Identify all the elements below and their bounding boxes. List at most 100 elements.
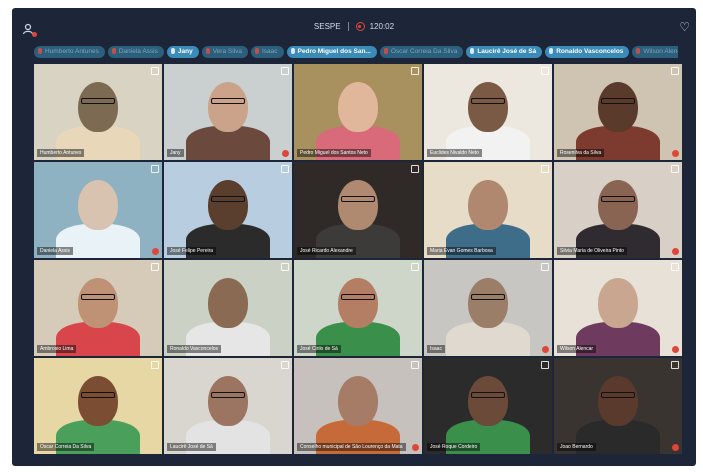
- participant-chip[interactable]: Wilson Alencar: [632, 46, 678, 58]
- video-tile[interactable]: Ronaldo Vasconcelos: [164, 260, 292, 356]
- video-tile[interactable]: Oscar Correia Da Silva: [34, 358, 162, 454]
- video-tile[interactable]: Wilson Alencar: [554, 260, 682, 356]
- video-tile[interactable]: Ambrosio Lima: [34, 260, 162, 356]
- participant-face: [468, 180, 508, 230]
- participant-name: Silvia Maria de Oliveira Pinto: [557, 247, 627, 255]
- glasses: [601, 98, 635, 104]
- participant-chip-bar: Humberto Antunes Daniela Assis Jany Vera Si…: [34, 46, 678, 60]
- expand-icon[interactable]: [281, 263, 289, 271]
- participant-chip-label: Isaac: [261, 48, 278, 55]
- participant-name: Maria Evan Gomes Barbosa: [427, 247, 496, 255]
- glasses: [81, 294, 115, 300]
- video-grid: Humberto Antunes Jany Pedro Miguel dos San…: [34, 64, 684, 456]
- participant-face: [208, 180, 248, 230]
- header-divider: [347, 22, 349, 32]
- glasses: [601, 392, 635, 398]
- expand-icon[interactable]: [671, 165, 679, 173]
- mic-muted-icon: [152, 248, 159, 255]
- mic-muted-icon: [254, 48, 259, 54]
- video-tile[interactable]: José Felipe Pereira: [164, 162, 292, 258]
- video-tile[interactable]: Rosenilva da Silva: [554, 64, 682, 160]
- expand-icon[interactable]: [411, 67, 419, 75]
- participant-chip[interactable]: Ronaldo Vasconcelos: [545, 46, 630, 58]
- participant-name: Pedro Miguel dos Santos Neto: [297, 149, 371, 157]
- participant-name: Joao Bernardo: [557, 443, 596, 451]
- video-tile[interactable]: Euclides Nivaldo Neto: [424, 64, 552, 160]
- expand-icon[interactable]: [671, 67, 679, 75]
- participant-name: Conselho municipal de São Lourenço da Ma…: [297, 443, 406, 451]
- video-tile[interactable]: Maria Evan Gomes Barbosa: [424, 162, 552, 258]
- mic-muted-icon: [282, 150, 289, 157]
- mic-muted-icon: [636, 48, 641, 54]
- participant-name: Laucirê José de Sá: [167, 443, 216, 451]
- expand-icon[interactable]: [411, 165, 419, 173]
- participant-face: [598, 278, 638, 328]
- participant-chip[interactable]: Oscar Correia Da Silva: [379, 46, 464, 58]
- expand-icon[interactable]: [151, 263, 159, 271]
- expand-icon[interactable]: [541, 165, 549, 173]
- participant-face: [78, 376, 118, 426]
- participant-chip[interactable]: Pedro Miguel dos San...: [286, 46, 377, 58]
- participant-chip[interactable]: Humberto Antunes: [34, 46, 105, 58]
- expand-icon[interactable]: [151, 361, 159, 369]
- participant-chip-label: Oscar Correia Da Silva: [390, 48, 458, 55]
- video-tile[interactable]: Jany: [164, 64, 292, 160]
- glasses: [471, 294, 505, 300]
- glasses: [211, 98, 245, 104]
- heart-icon[interactable]: ♡: [679, 20, 690, 34]
- video-tile[interactable]: Laucirê José de Sá: [164, 358, 292, 454]
- expand-icon[interactable]: [411, 263, 419, 271]
- participant-face: [208, 82, 248, 132]
- participant-name: Jany: [167, 149, 184, 157]
- video-tile[interactable]: Conselho municipal de São Lourenço da Ma…: [294, 358, 422, 454]
- video-tile[interactable]: Pedro Miguel dos Santos Neto: [294, 64, 422, 160]
- expand-icon[interactable]: [541, 263, 549, 271]
- video-tile[interactable]: Silvia Maria de Oliveira Pinto: [554, 162, 682, 258]
- expand-icon[interactable]: [281, 361, 289, 369]
- video-tile[interactable]: Isaac: [424, 260, 552, 356]
- mic-muted-icon: [672, 346, 679, 353]
- mic-muted-icon: [672, 150, 679, 157]
- participant-chip[interactable]: Laucirê José de Sá: [466, 46, 543, 58]
- glasses: [81, 98, 115, 104]
- mic-muted-icon: [672, 444, 679, 451]
- participant-face: [208, 278, 248, 328]
- video-tile[interactable]: José Roque Cordeiro: [424, 358, 552, 454]
- participant-name: Euclides Nivaldo Neto: [427, 149, 482, 157]
- participant-chip[interactable]: Daniela Assis: [107, 46, 164, 58]
- expand-icon[interactable]: [671, 263, 679, 271]
- glasses: [211, 196, 245, 202]
- participant-face: [468, 278, 508, 328]
- participant-name: Oscar Correia Da Silva: [37, 443, 95, 451]
- participant-chip[interactable]: Vera Silva: [201, 46, 248, 58]
- video-tile[interactable]: Humberto Antunes: [34, 64, 162, 160]
- participant-name: José Cirilo de Sá: [297, 345, 341, 353]
- expand-icon[interactable]: [411, 361, 419, 369]
- record-icon: [355, 22, 365, 32]
- expand-icon[interactable]: [671, 361, 679, 369]
- expand-icon[interactable]: [151, 165, 159, 173]
- participant-face: [598, 180, 638, 230]
- participant-name: Wilson Alencar: [557, 345, 597, 353]
- participant-chip[interactable]: Isaac: [250, 46, 284, 58]
- participant-name: José Felipe Pereira: [167, 247, 217, 255]
- expand-icon[interactable]: [281, 67, 289, 75]
- video-tile[interactable]: José Ricardo Alexandre: [294, 162, 422, 258]
- participant-name: José Ricardo Alexandre: [297, 247, 356, 255]
- expand-icon[interactable]: [281, 165, 289, 173]
- video-tile[interactable]: Daniela Assis: [34, 162, 162, 258]
- participant-chip[interactable]: Jany: [166, 46, 199, 58]
- expand-icon[interactable]: [541, 361, 549, 369]
- meeting-header: SESPE 120:02: [12, 22, 696, 32]
- participant-name: Rosenilva da Silva: [557, 149, 605, 157]
- glasses: [471, 98, 505, 104]
- mic-muted-icon: [383, 48, 388, 54]
- participant-chip-label: Vera Silva: [212, 48, 242, 55]
- video-tile[interactable]: Joao Bernardo: [554, 358, 682, 454]
- glasses: [341, 196, 375, 202]
- expand-icon[interactable]: [151, 67, 159, 75]
- participant-face: [338, 376, 378, 426]
- expand-icon[interactable]: [541, 67, 549, 75]
- glasses: [211, 392, 245, 398]
- video-tile[interactable]: José Cirilo de Sá: [294, 260, 422, 356]
